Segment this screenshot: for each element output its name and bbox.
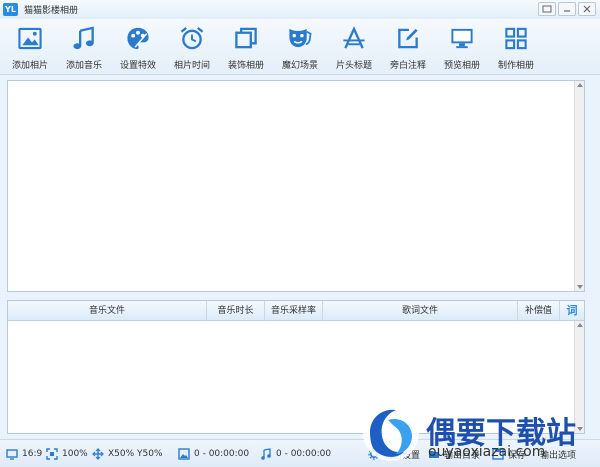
title-bar: YL 猫猫影楼相册 [0,0,600,19]
restore-button[interactable] [538,2,556,16]
close-button[interactable] [578,2,596,16]
narration-button[interactable]: 旁白注释 [381,23,435,71]
scroll-up-icon[interactable] [577,83,583,87]
main-toolbar: 添加相片 添加音乐 设置特效 相片时间 装饰相册 魔幻场景 片头标题 旁白注释 … [0,19,600,75]
move-icon [92,448,104,460]
music-note-icon [261,448,271,460]
set-effects-button[interactable]: 设置特效 [111,23,165,71]
music-note-icon [73,26,94,50]
photo-list-panel[interactable] [7,80,585,292]
add-photo-button[interactable]: 添加相片 [3,23,57,71]
preview-album-button[interactable]: 预览相册 [435,23,489,71]
column-sample-rate[interactable]: 音乐采样率 [265,301,323,321]
magic-scene-button[interactable]: 魔幻场景 [273,23,327,71]
tool-label: 添加相片 [11,61,48,71]
alarm-clock-icon [180,27,204,50]
photo-time-status: 0 - 00:00:00 [178,446,249,462]
tool-label: 预览相册 [443,61,480,71]
restore-icon [542,5,552,13]
decorate-album-button[interactable]: 装饰相册 [219,23,273,71]
tool-label: 相片时间 [173,61,210,71]
position-value: X50% Y50% [108,449,163,459]
close-icon [583,5,591,13]
music-time-value: 0 - 00:00:00 [276,449,332,459]
opening-title-button[interactable]: 片头标题 [327,23,381,71]
mask-icon [289,28,312,48]
tool-label: 设置特效 [119,61,156,71]
title-icon [343,26,365,49]
watermark-logo-icon [363,405,419,461]
palette-icon [127,27,149,50]
tool-label: 片头标题 [335,61,372,71]
minimize-icon [564,10,570,12]
minimize-button[interactable] [558,2,576,16]
add-music-button[interactable]: 添加音乐 [57,23,111,71]
tool-label: 旁白注释 [389,61,426,71]
fit-screen-icon [46,448,58,460]
column-lyric-file[interactable]: 歌词文件 [323,301,518,321]
tool-label: 制作相册 [497,61,534,71]
frame-icon [235,27,257,49]
music-table-header: 音乐文件 音乐时长 音乐采样率 歌词文件 补偿值 词 [8,301,584,321]
make-album-button[interactable]: 制作相册 [489,23,543,71]
lyric-button[interactable]: 词 [560,301,584,321]
app-logo: YL [3,3,18,16]
watermark: 偶要下载站 ouyaoxiazai.com [360,400,596,464]
photo-time-button[interactable]: 相片时间 [165,23,219,71]
tool-label: 装饰相册 [227,61,264,71]
zoom-control[interactable]: 100% [46,446,88,462]
aspect-ratio-value: 16:9 [22,449,43,459]
tool-label: 魔幻场景 [281,61,318,71]
image-icon [178,448,190,460]
aspect-ratio-control[interactable]: 16:9 [6,446,42,462]
grid-icon [505,27,527,50]
monitor-icon [6,449,18,460]
zoom-value: 100% [62,449,88,459]
watermark-domain: ouyaoxiazai.com [428,444,546,460]
window-title: 猫猫影楼相册 [24,6,79,16]
music-time-status: 0 - 00:00:00 [260,446,331,462]
column-music-duration[interactable]: 音乐时长 [207,301,265,321]
scroll-down-icon[interactable] [577,285,583,289]
photo-time-value: 0 - 00:00:00 [194,449,250,459]
edit-note-icon [398,28,418,49]
position-control[interactable]: X50% Y50% [92,446,163,462]
column-music-file[interactable]: 音乐文件 [8,301,207,321]
tool-label: 添加音乐 [65,61,102,71]
column-offset[interactable]: 补偿值 [518,301,560,321]
window-controls [538,2,596,16]
scroll-up-icon[interactable] [577,323,583,327]
add-photo-icon [18,27,42,50]
monitor-icon [451,28,473,49]
photo-list-scrollbar[interactable] [574,81,584,291]
